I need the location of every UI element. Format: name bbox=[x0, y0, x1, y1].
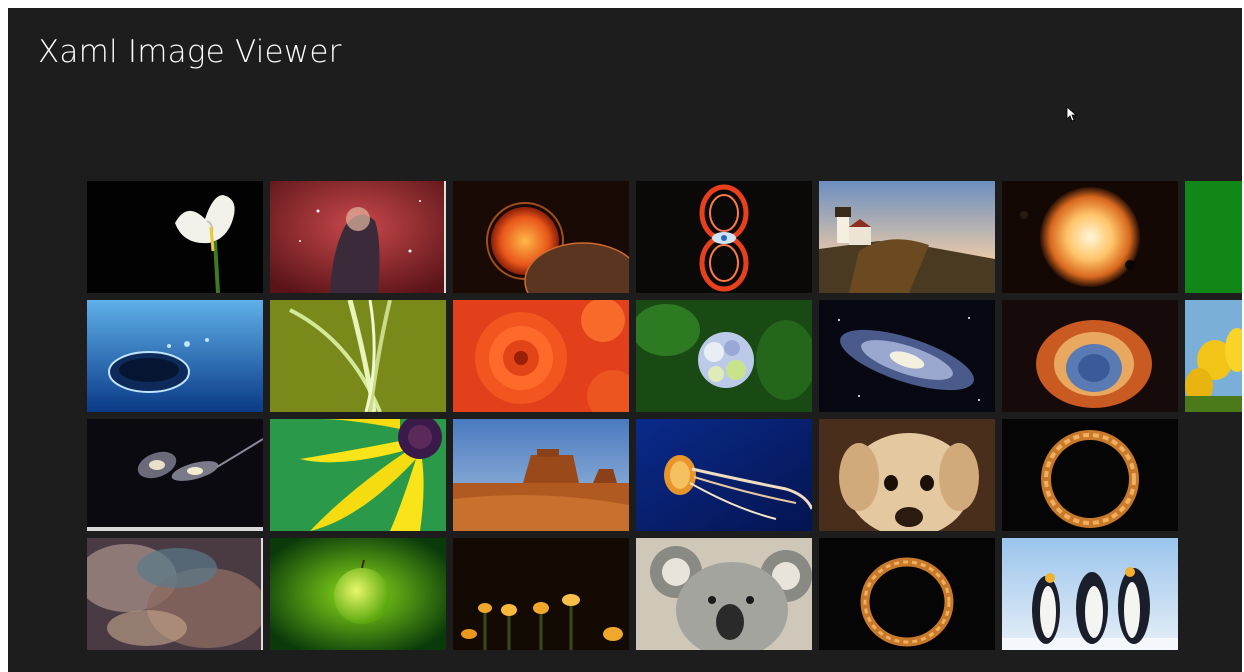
thumbnail-galaxies-colliding[interactable] bbox=[87, 419, 263, 531]
thumbnail-yellow-tulips-partial[interactable] bbox=[1185, 300, 1242, 412]
thumbnail-desert-butte[interactable] bbox=[453, 419, 629, 531]
thumbnail-ouroboros-ring[interactable] bbox=[1002, 419, 1178, 531]
thumbnail-orange-dahlia[interactable] bbox=[453, 300, 629, 412]
thumbnail-ouroboros-ring-2[interactable] bbox=[819, 538, 995, 650]
thumbnail-spiral-galaxy[interactable] bbox=[819, 300, 995, 412]
thumbnail-jellyfish[interactable] bbox=[636, 419, 812, 531]
thumbnail-glowing-sun[interactable] bbox=[1002, 181, 1178, 293]
app-title: Xaml Image Viewer bbox=[38, 34, 342, 70]
thumbnail-hydrangea[interactable] bbox=[636, 300, 812, 412]
thumbnail-helix-nebula[interactable] bbox=[1002, 300, 1178, 412]
thumbnail-green-leaves[interactable] bbox=[270, 300, 446, 412]
thumbnail-yellow-flower[interactable] bbox=[270, 419, 446, 531]
thumbnail-penguins[interactable] bbox=[1002, 538, 1178, 650]
thumbnail-labrador-dog[interactable] bbox=[819, 419, 995, 531]
thumbnail-water-drop[interactable] bbox=[87, 300, 263, 412]
thumbnail-nebula-pillar[interactable] bbox=[270, 181, 446, 293]
thumbnail-green-apple[interactable] bbox=[270, 538, 446, 650]
thumbnail-sun-and-planet[interactable] bbox=[453, 181, 629, 293]
thumbnail-green-partial[interactable] bbox=[1185, 181, 1242, 293]
mouse-pointer-icon bbox=[1066, 106, 1078, 122]
app-window: Xaml Image Viewer bbox=[8, 8, 1242, 672]
thumbnail-nebula-clouds[interactable] bbox=[87, 538, 263, 650]
thumbnail-hourglass-nebula[interactable] bbox=[636, 181, 812, 293]
thumbnail-calla-lily[interactable] bbox=[87, 181, 263, 293]
thumbnail-lighthouse[interactable] bbox=[819, 181, 995, 293]
thumbnail-koala[interactable] bbox=[636, 538, 812, 650]
thumbnail-glowing-mushrooms[interactable] bbox=[453, 538, 629, 650]
